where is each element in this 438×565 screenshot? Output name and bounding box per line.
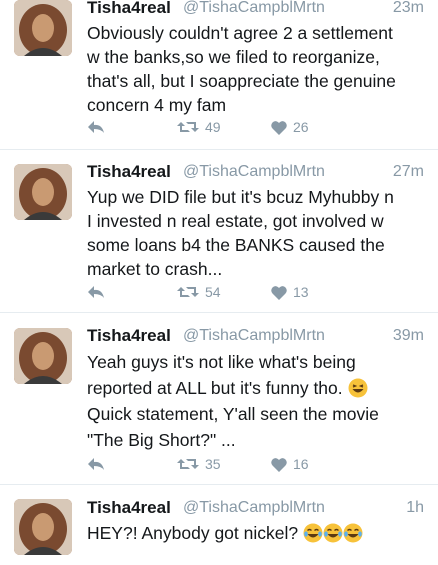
like-button[interactable]: 16 (271, 456, 309, 472)
display-name[interactable]: Tisha4real (87, 162, 171, 182)
tweet[interactable]: Tisha4real @TishaCampblMrtn 23m Obviousl… (0, 0, 438, 150)
heart-icon (271, 285, 287, 300)
heart-icon (271, 457, 287, 472)
like-button[interactable]: 13 (271, 284, 309, 300)
tweet-text-line: Quick statement, Y'all seen the movie (87, 404, 379, 424)
like-count: 13 (293, 284, 309, 300)
retweet-icon (177, 459, 199, 469)
tweet-text-line: w the banks,so we filed to reorganize, (87, 47, 380, 67)
tweet[interactable]: Tisha4real @TishaCampblMrtn 39m Yeah guy… (0, 313, 438, 485)
like-button[interactable]: 26 (271, 119, 309, 135)
display-name[interactable]: Tisha4real (87, 498, 171, 518)
reply-icon (88, 458, 104, 470)
tweet-text-line: Obviously couldn't agree 2 a settlement (87, 23, 393, 43)
like-count: 16 (293, 456, 309, 472)
reply-icon (88, 121, 104, 133)
user-handle[interactable]: @TishaCampblMrtn (183, 0, 325, 17)
tweet-text-line: some loans b4 the BANKS caused the (87, 235, 385, 255)
display-name[interactable]: Tisha4real (87, 0, 171, 18)
tweet-text-line: I invested n real estate, got involved w (87, 211, 384, 231)
timestamp[interactable]: 1h (406, 499, 424, 517)
retweet-icon (177, 287, 199, 297)
tweet-text-fragment: HEY?! Anybody got nickel? (87, 523, 299, 543)
retweet-count: 35 (205, 456, 221, 472)
tears-of-joy-emoji-icon (343, 523, 363, 543)
tweet-text: Obviously couldn't agree 2 a settlement … (87, 21, 427, 117)
like-count: 26 (293, 119, 309, 135)
avatar[interactable] (14, 328, 72, 384)
user-handle[interactable]: @TishaCampblMrtn (183, 327, 325, 345)
timestamp[interactable]: 23m (393, 0, 424, 17)
user-handle[interactable]: @TishaCampblMrtn (183, 163, 325, 181)
reply-button[interactable] (87, 457, 105, 471)
tweet-actions: 54 13 (87, 283, 387, 303)
retweet-count: 49 (205, 119, 221, 135)
tweet-actions: 49 26 (87, 118, 387, 138)
avatar[interactable] (14, 164, 72, 220)
tweet-actions: 35 16 (87, 455, 387, 475)
tweet-text-line: concern 4 my fam (87, 95, 227, 115)
tweet[interactable]: Tisha4real @TishaCampblMrtn 1h HEY?! Any… (0, 485, 438, 565)
reply-button[interactable] (87, 120, 105, 134)
tweet-feed: Tisha4real @TishaCampblMrtn 23m Obviousl… (0, 0, 438, 555)
tears-of-joy-emoji-icon (323, 523, 343, 543)
reply-icon (88, 286, 104, 298)
retweet-button[interactable]: 35 (177, 456, 221, 472)
retweet-button[interactable]: 49 (177, 119, 221, 135)
tweet-text-line: Yup we DID file but it's bcuz Myhubby n (87, 187, 394, 207)
display-name[interactable]: Tisha4real (87, 326, 171, 346)
timestamp[interactable]: 39m (393, 327, 424, 345)
avatar[interactable] (14, 0, 72, 56)
tweet-text: Yeah guys it's not like what's being rep… (87, 349, 427, 453)
avatar[interactable] (14, 499, 72, 555)
reply-button[interactable] (87, 285, 105, 299)
timestamp[interactable]: 27m (393, 163, 424, 181)
laughing-emoji-icon (348, 378, 368, 398)
tweet-text-line: "The Big Short?" ... (87, 430, 236, 450)
retweet-button[interactable]: 54 (177, 284, 221, 300)
heart-icon (271, 120, 287, 135)
tweet-text-fragment: reported at ALL but it's funny tho. (87, 378, 343, 398)
tweet[interactable]: Tisha4real @TishaCampblMrtn 27m Yup we D… (0, 150, 438, 313)
tweet-text-line-with-emoji: reported at ALL but it's funny tho. (87, 375, 427, 401)
user-handle[interactable]: @TishaCampblMrtn (183, 499, 325, 517)
tweet-text-line: Yeah guys it's not like what's being (87, 352, 356, 372)
tweet-text-line: that's all, but I soappreciate the genui… (87, 71, 396, 91)
tweet-text-line-with-emoji: HEY?! Anybody got nickel? (87, 521, 427, 545)
tweet-text-line: market to crash... (87, 259, 223, 279)
retweet-count: 54 (205, 284, 221, 300)
tears-of-joy-emoji-icon (303, 523, 323, 543)
retweet-icon (177, 122, 199, 132)
tweet-text: HEY?! Anybody got nickel? (87, 521, 427, 545)
tweet-text: Yup we DID file but it's bcuz Myhubby n … (87, 185, 427, 281)
